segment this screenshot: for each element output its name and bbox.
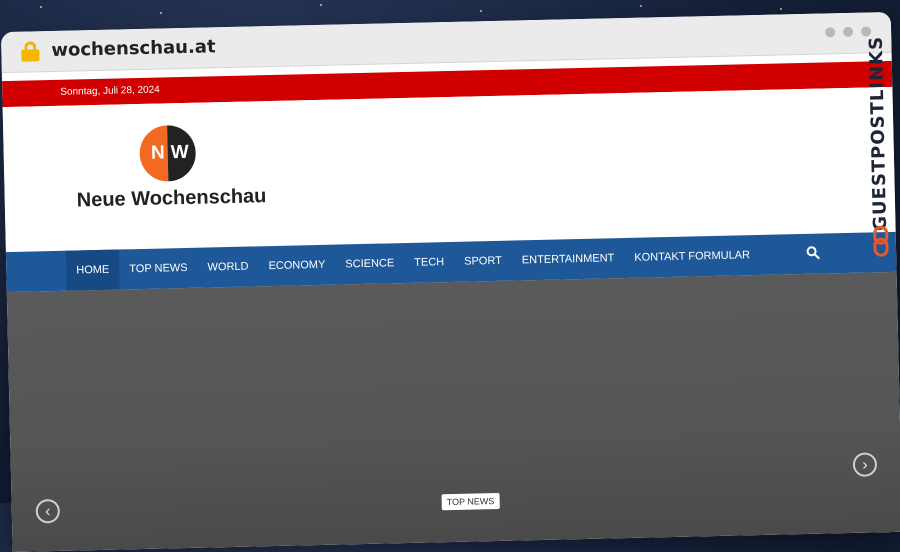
slider-next-button[interactable]: › — [852, 452, 878, 477]
lock-icon — [21, 41, 40, 62]
logo-letter-left: N — [139, 125, 169, 183]
current-date: Sonntag, Juli 28, 2024 — [60, 84, 160, 98]
nav-item-science[interactable]: SCIENCE — [335, 243, 405, 285]
nav-item-sport[interactable]: SPORT — [454, 241, 513, 282]
window-dot-icon[interactable] — [825, 27, 836, 38]
watermark: GUESTPOSTLINKS — [861, 30, 896, 261]
category-badge[interactable]: TOP NEWS — [441, 492, 500, 511]
nav-item-economy[interactable]: ECONOMY — [258, 245, 336, 287]
watermark-text: GUESTPOSTLINKS — [865, 35, 892, 231]
window-dot-icon[interactable] — [843, 26, 854, 38]
search-icon[interactable] — [806, 246, 820, 260]
chain-link-icon — [873, 225, 889, 257]
browser-window: wochenschau.at Sonntag, Juli 28, 2024 N … — [0, 11, 900, 552]
logo-letter-right: W — [167, 124, 197, 182]
nav-item-entertainment[interactable]: ENTERTAINMENT — [511, 238, 624, 281]
nav-item-world[interactable]: WORLD — [197, 246, 259, 287]
site-logo[interactable]: N W — [139, 124, 197, 183]
address-bar-url[interactable]: wochenschau.at — [51, 36, 216, 61]
nav-item-top-news[interactable]: TOP NEWS — [119, 248, 198, 290]
nav-item-home[interactable]: HOME — [65, 249, 120, 291]
nav-item-kontakt-formular[interactable]: KONTAKT FORMULAR — [624, 235, 761, 278]
nav-item-tech[interactable]: TECH — [404, 242, 455, 283]
site-header: N W Neue Wochenschau — [2, 86, 896, 253]
hero-slider: ‹ TOP NEWS › — [6, 271, 900, 552]
site-title[interactable]: Neue Wochenschau — [76, 185, 266, 212]
